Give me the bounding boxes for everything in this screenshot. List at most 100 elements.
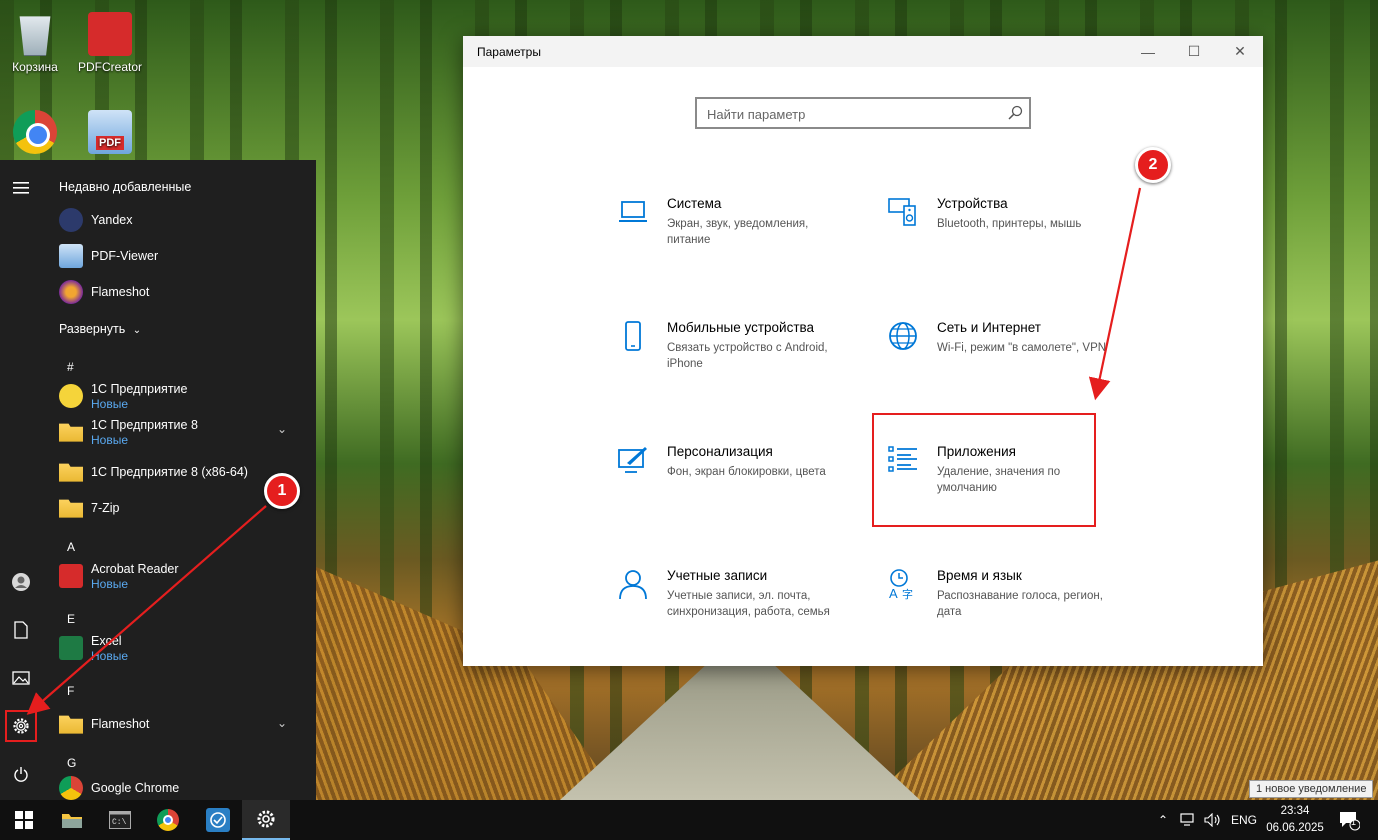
expand-label: Развернуть	[59, 322, 126, 336]
notification-count: 1	[1351, 817, 1357, 827]
power-icon[interactable]	[5, 758, 37, 790]
group-letter[interactable]: G	[67, 756, 76, 770]
start-button[interactable]	[0, 800, 48, 840]
tray-overflow-chevron-icon[interactable]: ⌃	[1158, 800, 1168, 840]
category-title: Персонализация	[667, 444, 773, 459]
list-item-1c[interactable]: 1С Предприятие Новые	[59, 376, 309, 416]
volume-icon[interactable]	[1204, 800, 1222, 840]
category-title: Устройства	[937, 196, 1008, 211]
settings-gear-icon	[13, 718, 29, 734]
app-name: 1С Предприятие 8 (x86-64)	[91, 465, 248, 479]
desktop-icon-label: PDFCreator	[77, 60, 142, 74]
desktop-icon-chrome[interactable]	[0, 110, 70, 158]
list-item-excel[interactable]: Excel Новые	[59, 628, 309, 668]
maximize-button[interactable]: ☐	[1171, 36, 1217, 67]
close-button[interactable]: ✕	[1217, 36, 1263, 67]
document-icon[interactable]	[5, 614, 37, 646]
yandex-icon	[59, 208, 83, 232]
desktop-icon-pdf-viewer[interactable]: PDF	[75, 110, 145, 158]
recently-added-heading: Недавно добавленные	[59, 180, 192, 194]
app-name: Google Chrome	[91, 781, 180, 795]
clock[interactable]: 23:34 06.06.2025	[1262, 803, 1328, 837]
notification-icon	[1340, 812, 1360, 831]
category-time-language[interactable]: A字 Время и язык Распознавание голоса, ре…	[887, 568, 1137, 638]
chrome-icon	[13, 110, 57, 154]
personalization-icon	[618, 447, 647, 473]
app-name: 1С Предприятие	[91, 382, 188, 396]
category-title: Мобильные устройства	[667, 320, 815, 335]
category-personalization[interactable]: Персонализация Фон, экран блокировки, цв…	[617, 444, 867, 514]
category-system[interactable]: Система Экран, звук, уведомления, питани…	[617, 196, 867, 266]
pdf-viewer-icon	[59, 244, 83, 268]
clock-date: 06.06.2025	[1266, 822, 1324, 834]
acrobat-icon	[59, 564, 83, 588]
group-letter[interactable]: F	[67, 684, 74, 698]
flameshot-icon	[59, 280, 83, 304]
folder-icon	[59, 715, 83, 734]
windows-start-icon	[15, 811, 33, 829]
taskbar-file-explorer[interactable]	[48, 800, 96, 840]
time-language-icon: A字	[889, 569, 913, 600]
category-mobile-devices[interactable]: Мобильные устройства Связать устройство …	[617, 320, 867, 390]
list-item-1c-8[interactable]: 1С Предприятие 8 Новые ⌄	[59, 412, 309, 452]
list-item-flameshot-folder[interactable]: Flameshot ⌄	[59, 708, 309, 740]
search-box[interactable]	[695, 97, 1031, 129]
app-name: Flameshot	[91, 717, 150, 731]
settings-gear-icon	[257, 810, 275, 828]
globe-icon	[889, 322, 917, 350]
excel-icon	[59, 636, 83, 660]
pictures-icon[interactable]	[5, 662, 37, 694]
category-description: Экран, звук, уведомления, питание	[667, 218, 809, 246]
chrome-icon	[59, 776, 83, 800]
app-name: 7-Zip	[91, 501, 120, 515]
new-badge: Новые	[91, 433, 129, 447]
category-accounts[interactable]: Учетные записи Учетные записи, эл. почта…	[617, 568, 867, 638]
list-item-flameshot[interactable]: Flameshot	[59, 276, 309, 308]
category-description: Связать устройство с Android, iPhone	[667, 342, 828, 370]
hamburger-icon[interactable]	[5, 172, 37, 204]
desktop-icon-recycle-bin[interactable]: Корзина	[0, 12, 70, 74]
window-title: Параметры	[477, 45, 541, 59]
user-icon[interactable]	[5, 566, 37, 598]
chevron-down-icon: ⌄	[276, 422, 287, 436]
desktop-icon-label: Корзина	[12, 60, 58, 74]
window-titlebar[interactable]: Параметры — ☐ ✕	[463, 36, 1263, 67]
language-indicator[interactable]: ENG	[1231, 800, 1257, 840]
category-network[interactable]: Сеть и Интернет Wi-Fi, режим "в самолете…	[887, 320, 1137, 390]
taskbar-network-tool[interactable]	[194, 800, 242, 840]
category-description: Wi-Fi, режим "в самолете", VPN	[937, 342, 1107, 354]
settings-window: Параметры — ☐ ✕ Система Экран, звук, уве…	[463, 36, 1263, 666]
expand-button[interactable]: Развернуть ⌄	[59, 322, 141, 336]
taskbar: C:\ ⌃ ENG 23:34 06.06.2025 1	[0, 800, 1378, 840]
taskbar-settings[interactable]	[242, 800, 290, 840]
recycle-bin-icon	[19, 16, 51, 56]
group-letter[interactable]: E	[67, 612, 75, 626]
desktop-icon-pdfcreator[interactable]: PDFCreator	[75, 12, 145, 74]
app-name: Flameshot	[91, 285, 150, 299]
category-title: Учетные записи	[667, 568, 768, 583]
list-item-acrobat[interactable]: Acrobat Reader Новые	[59, 556, 309, 596]
category-description: Фон, экран блокировки, цвета	[667, 466, 826, 478]
file-explorer-icon	[62, 814, 82, 828]
chevron-down-icon: ⌄	[132, 325, 142, 336]
minimize-button[interactable]: —	[1125, 36, 1171, 67]
svg-text:A: A	[889, 586, 898, 600]
group-letter[interactable]: A	[67, 540, 75, 554]
search-input[interactable]	[707, 104, 997, 124]
group-letter[interactable]: #	[67, 360, 74, 374]
network-icon[interactable]	[1180, 800, 1196, 840]
folder-icon	[59, 423, 83, 442]
notification-center-button[interactable]: 1	[1338, 800, 1360, 840]
taskbar-terminal[interactable]: C:\	[96, 800, 144, 840]
search-icon[interactable]	[1007, 105, 1023, 121]
network-tool-icon	[206, 808, 230, 832]
chevron-down-icon: ⌄	[276, 716, 287, 730]
settings-gear-button[interactable]	[5, 710, 37, 742]
list-item-yandex[interactable]: Yandex	[59, 204, 309, 236]
category-title: Время и язык	[937, 568, 1022, 583]
category-devices[interactable]: Устройства Bluetooth, принтеры, мышь	[887, 196, 1137, 266]
start-menu-rail	[0, 160, 42, 800]
taskbar-chrome[interactable]	[144, 800, 192, 840]
pdfcreator-icon	[88, 12, 132, 56]
list-item-pdf-viewer[interactable]: PDF-Viewer	[59, 240, 309, 272]
